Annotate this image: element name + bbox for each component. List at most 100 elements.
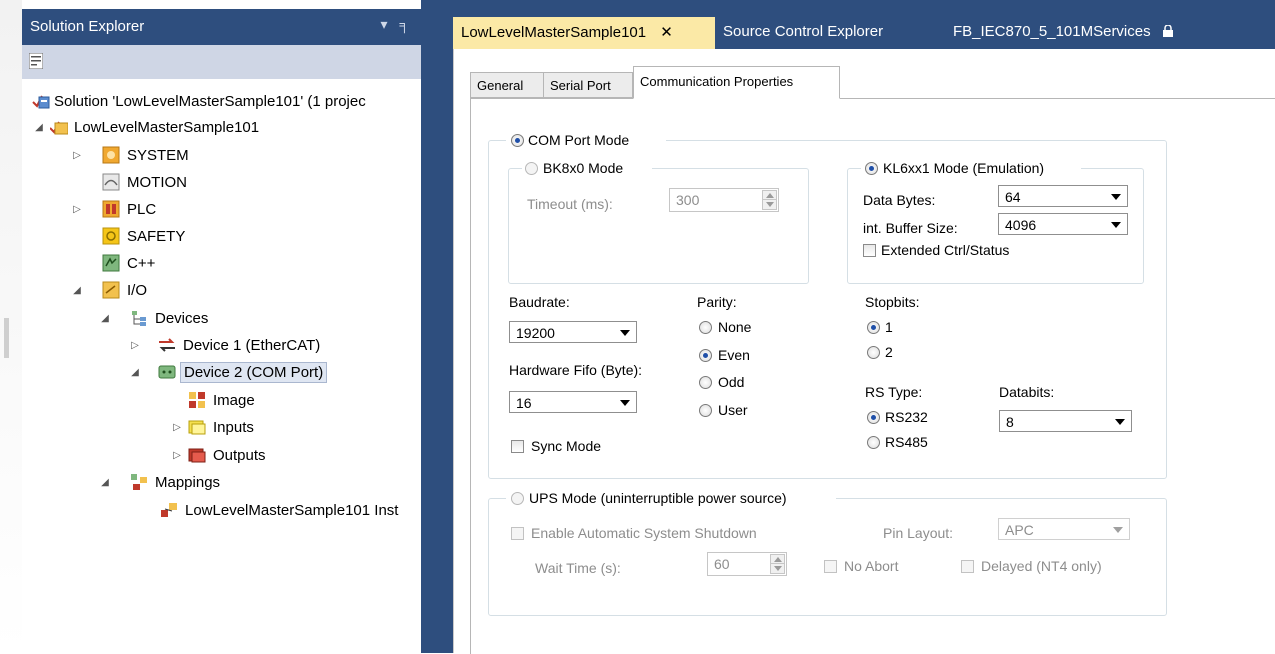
ups-mode-radio[interactable] (511, 492, 524, 505)
tree-item-image[interactable]: Image (188, 387, 255, 413)
collapse-arrow-icon[interactable]: ◢ (70, 285, 84, 296)
tab-communication-properties[interactable]: Communication Properties (633, 66, 840, 99)
document-content: General Serial Port Communication Proper… (453, 49, 1275, 654)
lock-icon (1162, 25, 1173, 37)
doc-tab-fb-iec870[interactable]: FB_IEC870_5_101MServices (945, 17, 1195, 49)
tree-item-io[interactable]: ◢ I/O (70, 277, 147, 303)
rs232-radio[interactable] (867, 411, 880, 424)
ups-mode-group (488, 498, 1167, 616)
kl-mode-radio[interactable] (865, 162, 878, 175)
spin-buttons[interactable] (770, 554, 785, 574)
data-bytes-select[interactable]: 64 (998, 185, 1128, 207)
tree-item-motion[interactable]: MOTION (88, 169, 187, 195)
parity-none-radio[interactable] (699, 321, 712, 334)
com-port-device-icon (158, 365, 176, 379)
tree-item-label: Devices (155, 309, 209, 327)
parity-none-label: None (718, 319, 752, 335)
tree-item-device-1[interactable]: ▷ Device 1 (EtherCAT) (128, 332, 320, 358)
inputs-icon (188, 420, 206, 435)
document-area: LowLevelMasterSample101 ✕ Source Control… (453, 0, 1275, 654)
pin-layout-select[interactable]: APC (998, 518, 1130, 540)
spin-buttons[interactable] (762, 190, 777, 210)
tree-item-label: SAFETY (127, 227, 186, 245)
tree-item-label: Outputs (213, 446, 266, 464)
baudrate-select[interactable]: 19200 (509, 321, 637, 343)
collapse-arrow-icon[interactable]: ◢ (128, 367, 142, 378)
panel-splitter[interactable] (443, 0, 453, 653)
buffer-size-value: 4096 (1005, 217, 1037, 233)
parity-user-radio[interactable] (699, 404, 712, 417)
collapse-arrow-icon[interactable]: ◢ (98, 477, 112, 488)
delayed-checkbox[interactable] (961, 560, 974, 573)
doc-tab-label: Source Control Explorer (723, 23, 884, 40)
chevron-down-icon (1113, 527, 1123, 533)
buffer-size-select[interactable]: 4096 (998, 213, 1128, 235)
doc-tab-lowlevelmastersample101[interactable]: LowLevelMasterSample101 ✕ (453, 17, 715, 49)
tree-item-outputs[interactable]: ▷ Outputs (170, 442, 266, 468)
tree-item-label: Mappings (155, 473, 221, 491)
document-tab-bar: LowLevelMasterSample101 ✕ Source Control… (453, 0, 1275, 49)
expand-arrow-icon[interactable]: ▷ (70, 150, 84, 161)
close-tab-icon[interactable]: ✕ (660, 24, 673, 41)
stopbits-2-radio[interactable] (867, 346, 880, 359)
expand-arrow-icon[interactable]: ▷ (170, 450, 184, 461)
tree-item-project[interactable]: ◢ LowLevelMasterSample101 (32, 114, 259, 140)
wait-time-spinbox[interactable]: 60 (707, 552, 787, 576)
solution-explorer-titlebar: Solution Explorer ▾ ╕ ✕ (22, 9, 443, 45)
ups-mode-label: UPS Mode (uninterruptible power source) (529, 490, 787, 506)
com-port-mode-radio[interactable] (511, 134, 524, 147)
hardware-fifo-value: 16 (516, 395, 532, 411)
cpp-icon (102, 254, 120, 272)
tree-item-cpp[interactable]: C++ (88, 250, 155, 276)
tree-item-plc[interactable]: ▷ PLC (70, 196, 156, 222)
timeout-spinbox[interactable]: 300 (669, 188, 779, 212)
expand-arrow-icon[interactable]: ▷ (128, 340, 142, 351)
doc-tab-source-control-explorer[interactable]: Source Control Explorer (715, 17, 945, 49)
stopbits-2-label: 2 (885, 344, 893, 360)
tree-item-label: LowLevelMasterSample101 (74, 118, 260, 136)
tree-item-mappings[interactable]: ◢ Mappings (98, 469, 220, 495)
solution-explorer-toolbar (22, 45, 443, 79)
rs485-radio[interactable] (867, 436, 880, 449)
collapse-arrow-icon[interactable]: ◢ (32, 122, 46, 133)
chevron-down-icon (1111, 194, 1121, 200)
no-abort-checkbox[interactable] (824, 560, 837, 573)
sync-mode-checkbox[interactable] (511, 440, 524, 453)
left-dock-edge (0, 0, 22, 653)
tab-serial-port-label: Serial Port (550, 78, 611, 93)
bk-mode-radio[interactable] (525, 162, 538, 175)
expand-arrow-icon[interactable]: ▷ (170, 422, 184, 433)
tree-item-label: I/O (127, 281, 148, 299)
chevron-down-icon (1115, 419, 1125, 425)
extended-ctrl-checkbox[interactable] (863, 244, 876, 257)
parity-even-radio[interactable] (699, 349, 712, 362)
tree-item-safety[interactable]: SAFETY (88, 223, 185, 249)
baudrate-label: Baudrate: (509, 294, 570, 310)
hardware-fifo-select[interactable]: 16 (509, 391, 637, 413)
parity-odd-label: Odd (718, 374, 745, 390)
tree-item-mapping-instance[interactable]: LowLevelMasterSample101 Inst (160, 497, 398, 523)
plc-icon (102, 200, 120, 218)
communication-properties-page: General Serial Port Communication Proper… (470, 63, 1275, 654)
enable-shutdown-checkbox[interactable] (511, 527, 524, 540)
tab-serial-port[interactable]: Serial Port (543, 72, 633, 98)
rs-type-label: RS Type: (865, 384, 923, 400)
stopbits-1-radio[interactable] (867, 321, 880, 334)
databits-select[interactable]: 8 (999, 410, 1132, 432)
mapping-instance-icon (161, 503, 177, 517)
properties-icon[interactable] (29, 53, 43, 69)
tab-general[interactable]: General (470, 72, 544, 98)
data-bytes-label: Data Bytes: (863, 192, 936, 208)
tree-item-device-2[interactable]: ◢ Device 2 (COM Port) (128, 359, 328, 385)
kl-mode-label: KL6xx1 Mode (Emulation) (883, 160, 1045, 176)
extended-ctrl-label: Extended Ctrl/Status (881, 242, 1010, 258)
no-abort-label: No Abort (844, 558, 899, 574)
parity-odd-radio[interactable] (699, 376, 712, 389)
tree-item-inputs[interactable]: ▷ Inputs (170, 414, 254, 440)
project-icon (50, 121, 68, 135)
tree-item-system[interactable]: ▷ SYSTEM (70, 142, 189, 168)
expand-arrow-icon[interactable]: ▷ (70, 204, 84, 215)
tree-item-devices[interactable]: ◢ Devices (98, 305, 208, 331)
tree-item-solution[interactable]: Solution 'LowLevelMasterSample101' (1 pr… (32, 88, 366, 114)
collapse-arrow-icon[interactable]: ◢ (98, 313, 112, 324)
